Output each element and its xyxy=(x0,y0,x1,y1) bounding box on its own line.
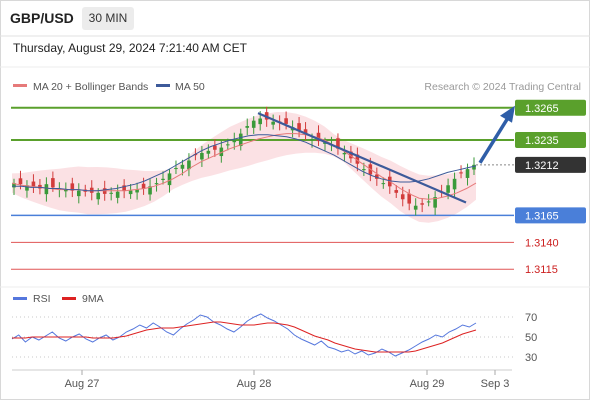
x-tick-label: Aug 27 xyxy=(65,378,100,390)
candle-up xyxy=(161,178,165,180)
chart-canvas: MA 20 + Bollinger Bands MA 50 Research ©… xyxy=(0,35,590,390)
candle-up xyxy=(232,140,237,143)
trendline xyxy=(257,112,467,204)
research-credit: Research © 2024 Trading Central xyxy=(424,81,581,93)
candle-up xyxy=(226,144,230,146)
candle-up xyxy=(245,126,250,128)
candle-up xyxy=(381,183,386,185)
rsi-tick-label: 70 xyxy=(525,312,537,324)
rsi-ma-legend-label: 9MA xyxy=(82,293,104,305)
resistance-level-label: 1.3235 xyxy=(525,135,559,147)
x-tick-label: Aug 29 xyxy=(410,378,445,390)
rsi-ma-legend-swatch xyxy=(62,297,76,300)
candle-down xyxy=(394,190,399,193)
candle-down xyxy=(141,183,146,189)
candle-down xyxy=(407,193,412,204)
pivot-level-label: 1.3165 xyxy=(525,210,559,222)
support-level-label: 1.3115 xyxy=(525,264,558,276)
candle-up xyxy=(44,184,49,195)
candle-up xyxy=(342,152,347,155)
candle-down xyxy=(31,181,36,187)
rsi-tick-label: 30 xyxy=(525,352,537,364)
x-tick-label: Aug 28 xyxy=(237,378,272,390)
candle-up xyxy=(413,205,418,210)
rsi-legend-swatch xyxy=(13,297,27,300)
ma20-legend-label: MA 20 + Bollinger Bands xyxy=(33,81,148,93)
candle-up xyxy=(452,178,457,190)
candle-up xyxy=(154,183,159,185)
candle-up xyxy=(109,192,113,194)
candle-down xyxy=(420,203,424,205)
resistance-level-label: 1.3265 xyxy=(525,103,559,115)
candle-down xyxy=(400,194,405,200)
bollinger-band xyxy=(12,112,476,223)
candle-up xyxy=(115,191,120,198)
rsi-line xyxy=(11,313,477,357)
candle-up xyxy=(465,169,470,178)
candle-down xyxy=(18,178,23,185)
candle-down xyxy=(459,172,463,174)
candle-up xyxy=(200,152,204,160)
candle-up xyxy=(174,168,178,170)
candle-up xyxy=(128,190,133,195)
rsi-tick-label: 50 xyxy=(525,332,537,344)
candle-down xyxy=(51,178,55,188)
candle-up xyxy=(96,192,101,200)
candle-up xyxy=(76,190,81,197)
support-level-label: 1.3140 xyxy=(525,237,559,249)
ma50-legend-label: MA 50 xyxy=(175,81,205,93)
candle-up xyxy=(472,164,476,170)
candle-up xyxy=(310,138,314,141)
candle-up xyxy=(258,118,262,125)
candle-down xyxy=(284,118,288,124)
candle-up xyxy=(446,185,450,193)
ma20-legend-swatch xyxy=(13,84,27,87)
ma50-legend-swatch xyxy=(156,84,170,87)
candle-up xyxy=(271,121,275,125)
x-tick-label: Sep 3 xyxy=(481,378,510,390)
rsi-legend-label: RSI xyxy=(33,293,51,305)
current-price-label: 1.3212 xyxy=(525,160,559,172)
candle-up xyxy=(426,201,431,203)
candle-up xyxy=(180,164,185,169)
candle-down xyxy=(213,145,217,150)
candle-up xyxy=(251,120,256,128)
candle-up xyxy=(206,150,211,154)
candle-up xyxy=(362,169,366,171)
